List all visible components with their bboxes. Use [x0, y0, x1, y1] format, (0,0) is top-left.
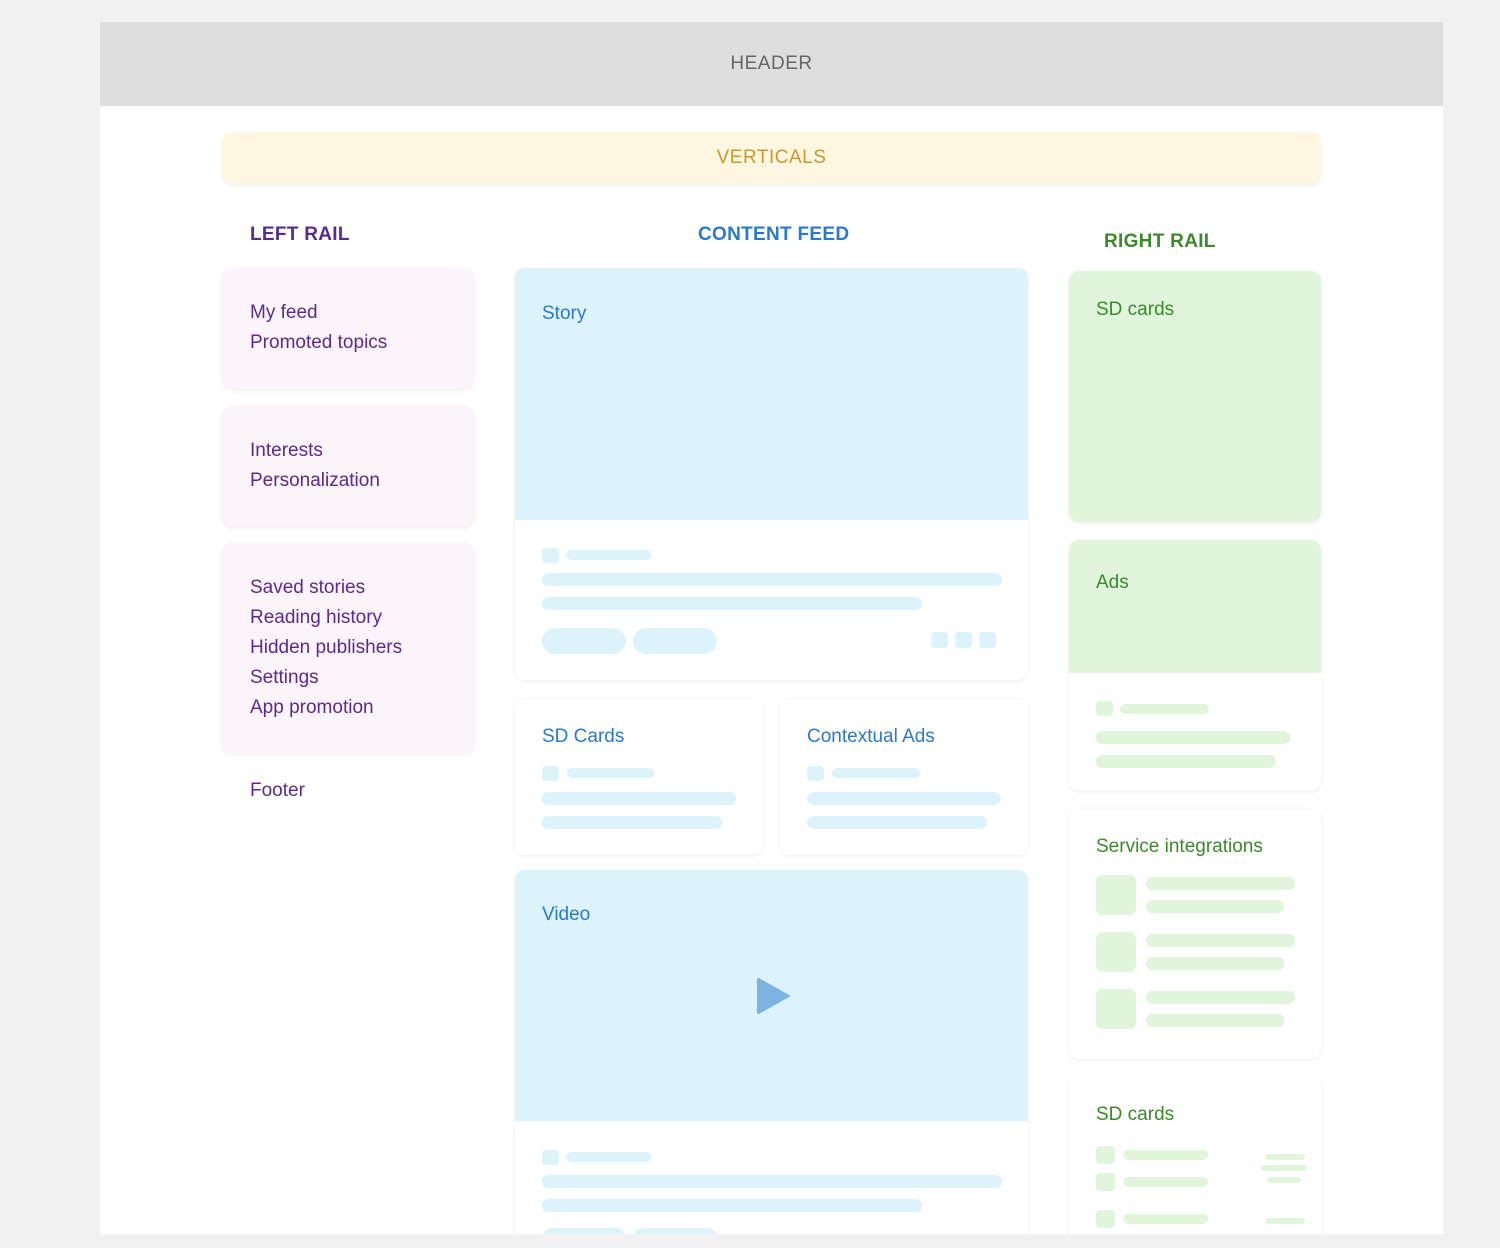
- contextual-ads-title: Contextual Ads: [807, 726, 935, 747]
- play-icon[interactable]: [757, 977, 791, 1015]
- header-region: HEADER: [100, 22, 1443, 106]
- integration-thumb: [1096, 932, 1136, 972]
- story-action-icon[interactable]: [955, 632, 972, 648]
- video-card[interactable]: Video: [515, 870, 1028, 1234]
- integration-line: [1146, 991, 1295, 1004]
- sd-list-line: [1123, 1150, 1208, 1160]
- content-feed-title: CONTENT FEED: [698, 224, 850, 245]
- sd-list-meta: [1260, 1165, 1307, 1171]
- integration-line: [1146, 1014, 1284, 1027]
- story-action-icon[interactable]: [979, 632, 996, 648]
- story-text-line: [542, 597, 922, 610]
- integration-line: [1146, 957, 1284, 970]
- sd-list-icon: [1096, 1173, 1115, 1191]
- story-image: [515, 268, 1028, 520]
- left-rail-footer[interactable]: Footer: [250, 780, 305, 802]
- sd-list-meta: [1265, 1218, 1305, 1224]
- video-source-icon: [542, 1150, 559, 1165]
- sd-cards-line: [542, 792, 736, 805]
- right-rail-title: RIGHT RAIL: [1104, 231, 1216, 252]
- integration-line: [1146, 877, 1295, 890]
- sd-cards-list-card[interactable]: SD cards: [1069, 1077, 1321, 1234]
- integration-line: [1146, 934, 1295, 947]
- left-rail-item-personalization[interactable]: Personalization: [250, 466, 380, 496]
- verticals-bar[interactable]: VERTICALS: [222, 132, 1321, 184]
- left-rail-item-interests[interactable]: Interests: [250, 436, 323, 466]
- story-chip[interactable]: [633, 628, 717, 654]
- video-text-line: [542, 1175, 1002, 1188]
- left-rail-card-interests: Interests Personalization: [222, 406, 474, 527]
- left-rail-item-my-feed[interactable]: My feed: [250, 298, 318, 328]
- video-chip[interactable]: [633, 1228, 717, 1234]
- ads-title: Ads: [1096, 572, 1129, 593]
- sd-list-icon: [1096, 1210, 1115, 1228]
- ads-card[interactable]: Ads: [1069, 540, 1321, 791]
- left-rail-item-reading-history[interactable]: Reading history: [250, 603, 382, 633]
- integration-thumb: [1096, 989, 1136, 1029]
- sd-cards-icon: [542, 766, 559, 781]
- sd-cards-line: [542, 816, 722, 829]
- left-rail-item-settings[interactable]: Settings: [250, 663, 319, 693]
- left-rail-item-hidden-publishers[interactable]: Hidden publishers: [250, 633, 402, 663]
- header-label: HEADER: [730, 53, 813, 74]
- story-source-icon: [542, 548, 559, 563]
- sd-cards-rail-title: SD cards: [1096, 299, 1175, 320]
- left-rail-card-settings: Saved stories Reading history Hidden pub…: [222, 543, 474, 754]
- video-chip[interactable]: [542, 1228, 626, 1234]
- sd-list-icon: [1096, 1146, 1115, 1164]
- ads-image: [1069, 540, 1321, 673]
- sd-cards-list-title: SD cards: [1096, 1104, 1175, 1125]
- sd-cards-card[interactable]: SD Cards: [515, 699, 763, 855]
- sd-cards-title: SD Cards: [542, 726, 625, 747]
- integration-thumb: [1096, 875, 1136, 915]
- left-rail-card-feed: My feed Promoted topics: [222, 268, 474, 389]
- integration-line: [1146, 900, 1284, 913]
- verticals-label: VERTICALS: [716, 147, 827, 168]
- contextual-ads-icon: [807, 766, 824, 781]
- contextual-ads-line: [832, 768, 920, 778]
- contextual-ads-card[interactable]: Contextual Ads: [780, 699, 1028, 855]
- sd-list-line: [1123, 1177, 1208, 1187]
- service-integrations-title: Service integrations: [1096, 836, 1263, 857]
- sd-cards-rail-card[interactable]: SD cards: [1069, 271, 1321, 522]
- story-card[interactable]: Story: [515, 268, 1028, 680]
- sd-list-meta: [1265, 1154, 1305, 1160]
- sd-list-line: [1123, 1214, 1208, 1224]
- left-rail-item-saved-stories[interactable]: Saved stories: [250, 573, 365, 603]
- contextual-ads-line: [807, 792, 1001, 805]
- story-text-line: [542, 573, 1002, 586]
- story-chip[interactable]: [542, 628, 626, 654]
- ads-icon: [1096, 701, 1113, 716]
- video-title: Video: [542, 904, 591, 925]
- story-title: Story: [542, 303, 587, 324]
- left-rail-item-app-promotion[interactable]: App promotion: [250, 693, 374, 723]
- ads-line: [1120, 704, 1209, 714]
- page-wireframe: HEADER VERTICALS LEFT RAIL CONTENT FEED …: [100, 22, 1443, 1234]
- video-source-line: [566, 1152, 651, 1162]
- left-rail-item-promoted-topics[interactable]: Promoted topics: [250, 328, 387, 358]
- story-source-line: [566, 550, 651, 560]
- service-integrations-card[interactable]: Service integrations: [1069, 809, 1321, 1059]
- video-text-line: [542, 1199, 922, 1212]
- ads-line: [1096, 755, 1276, 768]
- sd-list-meta: [1267, 1177, 1301, 1183]
- contextual-ads-line: [807, 816, 987, 829]
- sd-cards-line: [567, 768, 655, 778]
- ads-line: [1096, 731, 1290, 744]
- left-rail-title: LEFT RAIL: [250, 224, 350, 245]
- story-action-icon[interactable]: [931, 632, 948, 648]
